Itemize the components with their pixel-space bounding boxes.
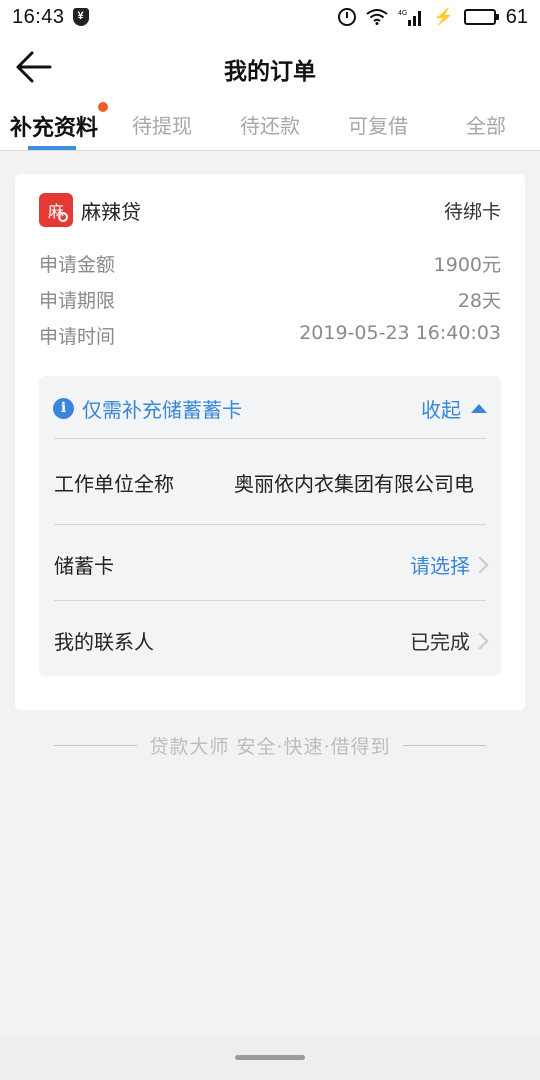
contacts-status[interactable]: 已完成 — [410, 626, 486, 655]
work-unit-value: 奥丽依内衣集团有限公司电 — [234, 472, 474, 496]
product-row: 麻 麻辣贷 待绑卡 — [39, 192, 501, 228]
footer-slogan: 贷款大师 安全·快速·借得到 — [54, 732, 486, 759]
badge-dot-icon — [98, 102, 108, 112]
info-icon: i — [53, 397, 74, 419]
detail-row-term: 申请期限 28天 — [39, 286, 501, 313]
status-time: 16:43 — [12, 5, 65, 28]
divider — [54, 524, 486, 525]
row-label: 工作单位全称 — [54, 472, 174, 496]
collapse-label: 收起 — [421, 397, 461, 422]
detail-value: 28天 — [457, 290, 501, 312]
status-bar: 16:43 ¥ 4G ⚡ 61 — [0, 0, 540, 34]
product-logo: 麻 — [39, 193, 73, 227]
collapse-button[interactable]: 收起 — [421, 394, 487, 423]
wifi-icon — [366, 9, 388, 25]
triangle-up-icon — [471, 403, 487, 413]
gesture-bar — [0, 1036, 540, 1080]
order-status: 待绑卡 — [443, 200, 501, 223]
network-type: 4G — [398, 10, 407, 17]
supplement-panel: i 仅需补充储蓄蓄卡 收起 工作单位全称 奥丽依内衣集团有限公司电 储蓄卡 请选… — [39, 376, 501, 676]
tab-label: 补充资料 — [9, 116, 98, 141]
alarm-icon — [337, 8, 356, 26]
tab-pending-repay[interactable]: 待还款 — [216, 100, 324, 150]
divider — [54, 438, 486, 439]
row-value: 已完成 — [410, 630, 470, 654]
charging-icon: ⚡ — [433, 9, 454, 26]
order-card[interactable]: 麻 麻辣贷 待绑卡 申请金额 1900元 申请期限 28天 申请时间 2019-… — [15, 174, 525, 710]
order-tabs: 补充资料 待提现 待还款 可复借 全部 — [0, 100, 540, 151]
chevron-right-icon — [474, 631, 486, 651]
tab-label: 可复借 — [348, 114, 408, 138]
nav-bar: 我的订单 — [0, 34, 540, 100]
divider — [402, 745, 486, 746]
row-value: 请选择 — [410, 554, 470, 578]
detail-row-amount: 申请金额 1900元 — [39, 250, 501, 277]
tab-supplement[interactable]: 补充资料 — [0, 100, 108, 150]
row-label: 我的联系人 — [54, 630, 154, 654]
battery-level: 61 — [505, 5, 528, 28]
detail-label: 申请金额 — [39, 254, 116, 276]
detail-value: 2019-05-23 16:40:03 — [299, 322, 501, 344]
divider — [54, 600, 486, 601]
divider — [54, 745, 138, 746]
product-name: 麻辣贷 — [81, 199, 141, 224]
tab-reborrow[interactable]: 可复借 — [324, 100, 432, 150]
tab-pending-withdraw[interactable]: 待提现 — [108, 100, 216, 150]
detail-value: 1900元 — [433, 254, 501, 276]
status-icons: 4G ⚡ 61 — [337, 5, 528, 29]
detail-label: 申请期限 — [39, 290, 116, 312]
home-handle[interactable] — [235, 1055, 305, 1060]
chevron-right-icon — [474, 555, 486, 575]
active-tab-indicator — [28, 146, 76, 150]
page-title: 我的订单 — [224, 59, 316, 85]
debit-card-row[interactable]: 储蓄卡 请选择 — [54, 550, 486, 579]
debit-card-select[interactable]: 请选择 — [410, 550, 486, 579]
row-label: 储蓄卡 — [54, 554, 114, 578]
slogan-text: 贷款大师 安全·快速·借得到 — [149, 736, 391, 758]
work-unit-row[interactable]: 工作单位全称 奥丽依内衣集团有限公司电 — [54, 468, 486, 497]
supplement-header: i 仅需补充储蓄蓄卡 收起 — [53, 388, 487, 428]
shield-icon: ¥ — [72, 8, 89, 26]
detail-row-time: 申请时间 2019-05-23 16:40:03 — [39, 322, 501, 349]
detail-label: 申请时间 — [39, 326, 116, 348]
tab-label: 待还款 — [240, 114, 300, 138]
tab-label: 全部 — [466, 114, 506, 138]
signal-icon: 4G — [398, 8, 424, 26]
supplement-hint: 仅需补充储蓄蓄卡 — [82, 397, 242, 422]
tab-all[interactable]: 全部 — [432, 100, 540, 150]
battery-icon — [463, 9, 499, 25]
contacts-row[interactable]: 我的联系人 已完成 — [54, 626, 486, 655]
tab-label: 待提现 — [132, 114, 192, 138]
